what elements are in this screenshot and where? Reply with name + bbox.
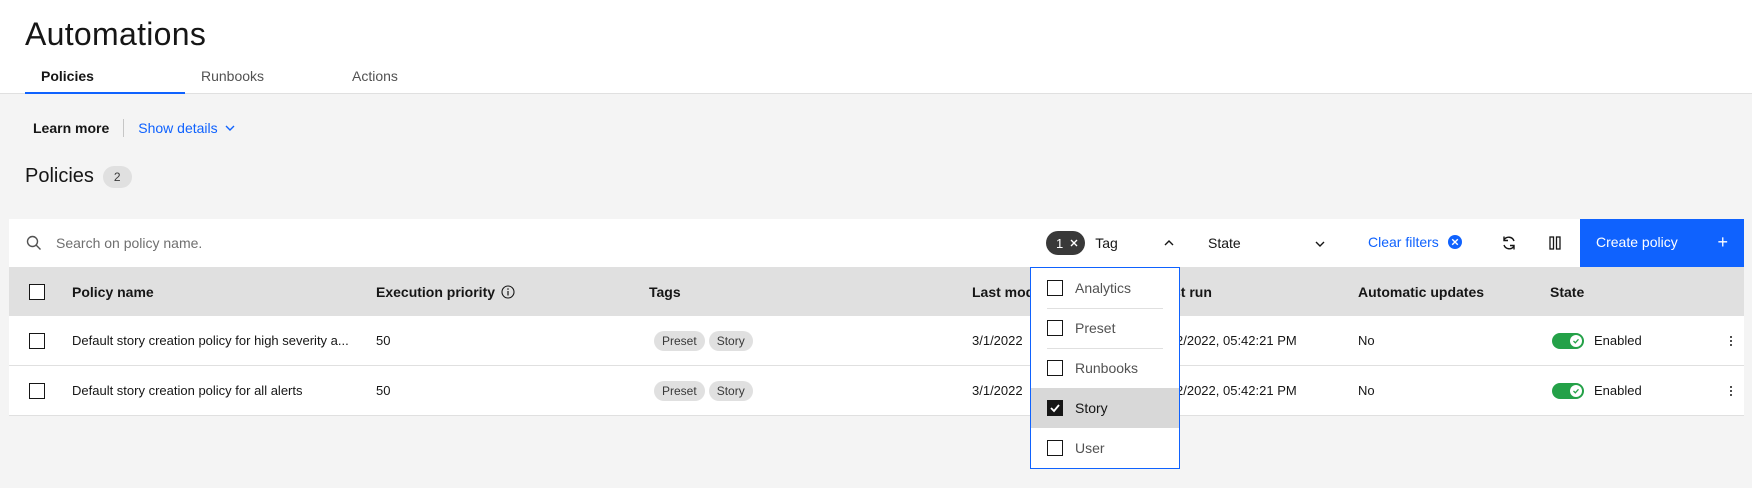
- state-filter-label: State: [1208, 235, 1241, 251]
- tag-pill: Story: [708, 380, 753, 401]
- tab-actions[interactable]: Actions: [330, 62, 475, 94]
- tag-option-user[interactable]: User: [1031, 428, 1179, 468]
- tag-option-story[interactable]: Story: [1031, 388, 1179, 428]
- clear-filters-button[interactable]: Clear filters: [1368, 234, 1463, 250]
- close-icon[interactable]: [1069, 238, 1079, 248]
- tag-option-label: Analytics: [1075, 280, 1132, 296]
- search-input[interactable]: [56, 231, 756, 255]
- overflow-menu-icon[interactable]: [1723, 385, 1739, 396]
- tag-pill: Story: [708, 330, 753, 351]
- header-policy-name[interactable]: Policy name: [72, 267, 154, 316]
- refresh-icon[interactable]: [1499, 233, 1519, 253]
- section-title: Policies 2: [25, 165, 132, 188]
- checkmark-icon: [1050, 404, 1060, 413]
- divider: [123, 119, 125, 137]
- tag-pill: Preset: [654, 380, 705, 401]
- tags-cell: Preset Story: [654, 316, 757, 365]
- header-execution-priority[interactable]: Execution priority: [376, 267, 515, 316]
- tag-option-analytics[interactable]: Analytics: [1031, 268, 1179, 308]
- header-tags[interactable]: Tags: [649, 267, 681, 316]
- policy-name[interactable]: Default story creation policy for high s…: [72, 316, 349, 365]
- chevron-down-icon: [1315, 241, 1325, 247]
- learn-more-link[interactable]: Learn more: [33, 120, 109, 136]
- header-automatic-updates[interactable]: Automatic updates: [1358, 267, 1484, 316]
- close-filled-icon: [1447, 235, 1462, 249]
- policies-table: Policy name Execution priority Tags Last…: [9, 267, 1744, 416]
- table-toolbar: 1 Tag State Clear filters Create policy …: [9, 219, 1744, 267]
- info-row: Learn more Show details: [33, 119, 236, 137]
- tag-filter-count: 1: [1056, 235, 1064, 251]
- header-state[interactable]: State: [1550, 267, 1584, 316]
- checkmark-icon: [1570, 334, 1582, 347]
- state-filter[interactable]: State: [1197, 231, 1327, 255]
- chevron-down-icon: [225, 125, 235, 131]
- search-icon: [26, 235, 41, 250]
- select-all-cell: [29, 267, 45, 316]
- state-toggle[interactable]: [1552, 332, 1584, 349]
- header-execution-priority-label: Execution priority: [376, 283, 496, 300]
- page-header: Automations Policies Runbooks Actions: [0, 0, 1752, 94]
- select-all-checkbox[interactable]: [29, 283, 45, 300]
- tag-filter[interactable]: 1 Tag: [1046, 231, 1176, 255]
- state-label: Enabled: [1594, 383, 1642, 398]
- header-last-modified[interactable]: Last mod: [972, 267, 1034, 316]
- clear-filters-label: Clear filters: [1368, 234, 1439, 250]
- execution-priority: 50: [376, 333, 391, 348]
- table-header-row: Policy name Execution priority Tags Last…: [9, 267, 1744, 316]
- tag-option-label: User: [1075, 440, 1105, 456]
- section-title-label: Policies: [25, 165, 94, 187]
- tag-pill: Preset: [654, 330, 705, 351]
- last-modified: 3/1/2022: [972, 383, 1023, 398]
- tag-filter-dropdown: Analytics Preset Runbooks Story User: [1030, 267, 1180, 469]
- state-cell: Enabled: [1552, 366, 1642, 415]
- tags-cell: Preset Story: [654, 366, 757, 415]
- checkbox[interactable]: [1047, 440, 1063, 456]
- automatic-updates: No: [1358, 383, 1375, 398]
- tab-policies[interactable]: Policies: [25, 62, 185, 94]
- policy-name[interactable]: Default story creation policy for all al…: [72, 366, 302, 415]
- state-toggle[interactable]: [1552, 382, 1584, 399]
- state-label: Enabled: [1594, 333, 1642, 348]
- create-policy-label: Create policy: [1596, 234, 1678, 250]
- add-icon: +: [1717, 232, 1728, 252]
- execution-priority: 50: [376, 383, 391, 398]
- automatic-updates: No: [1358, 333, 1375, 348]
- show-details-label: Show details: [138, 120, 218, 136]
- row-checkbox[interactable]: [29, 382, 45, 399]
- overflow-menu-icon[interactable]: [1723, 335, 1739, 346]
- checkbox[interactable]: [1047, 360, 1063, 376]
- create-policy-button[interactable]: Create policy +: [1580, 219, 1744, 267]
- tag-filter-label: Tag: [1095, 235, 1118, 251]
- last-run: 2/2022, 05:42:21 PM: [1176, 333, 1297, 348]
- info-icon[interactable]: [501, 284, 515, 299]
- page-title: Automations: [25, 16, 207, 52]
- tag-option-label: Runbooks: [1075, 360, 1139, 376]
- checkbox[interactable]: [1047, 320, 1063, 336]
- tag-option-label: Story: [1075, 400, 1108, 416]
- table-row[interactable]: Default story creation policy for high s…: [9, 316, 1744, 366]
- table-row[interactable]: Default story creation policy for all al…: [9, 366, 1744, 416]
- row-checkbox[interactable]: [29, 332, 45, 349]
- tab-list: Policies Runbooks Actions: [25, 62, 508, 94]
- show-details-toggle[interactable]: Show details: [138, 120, 235, 136]
- checkmark-icon: [1570, 384, 1582, 397]
- count-badge: 2: [102, 165, 132, 188]
- tag-option-preset[interactable]: Preset: [1031, 308, 1179, 348]
- last-run: 2/2022, 05:42:21 PM: [1176, 383, 1297, 398]
- last-modified: 3/1/2022: [972, 333, 1023, 348]
- tab-runbooks[interactable]: Runbooks: [185, 62, 330, 94]
- checkbox-checked[interactable]: [1047, 400, 1063, 416]
- tag-option-label: Preset: [1075, 320, 1116, 336]
- tag-option-runbooks[interactable]: Runbooks: [1031, 348, 1179, 388]
- tag-filter-count-chip[interactable]: 1: [1046, 231, 1086, 255]
- checkbox[interactable]: [1047, 280, 1063, 296]
- column-settings-icon[interactable]: [1545, 233, 1565, 253]
- state-cell: Enabled: [1552, 316, 1642, 365]
- chevron-up-icon: [1164, 240, 1174, 246]
